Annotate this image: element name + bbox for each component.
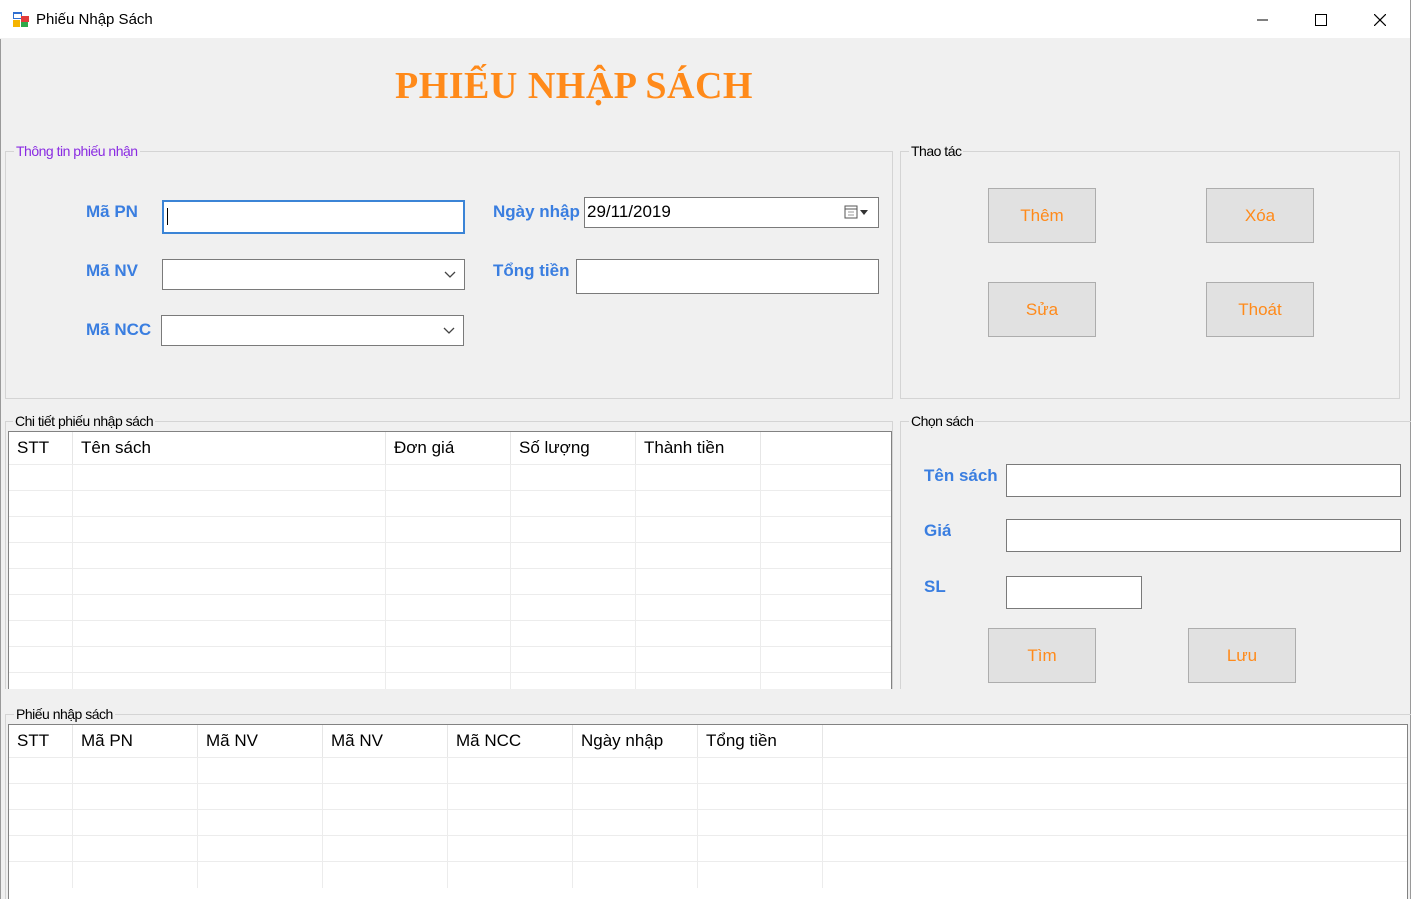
table-row[interactable]: [9, 620, 891, 647]
window-title: Phiếu Nhập Sách: [36, 11, 153, 28]
column-header[interactable]: Tổng tiền: [698, 725, 823, 757]
calendar-dropdown-icon: [844, 205, 868, 219]
table-row[interactable]: [9, 568, 891, 595]
table-row[interactable]: [9, 861, 1407, 888]
price-input[interactable]: [1006, 519, 1401, 552]
ma-ncc-label: Mã NCC: [86, 320, 152, 339]
info-group-legend: Thông tin phiếu nhận: [14, 143, 140, 159]
column-header[interactable]: Đơn giá: [386, 432, 511, 464]
chevron-down-icon: [444, 271, 456, 278]
minimize-icon: [1257, 19, 1268, 20]
receipts-group-legend: Phiếu nhập sách: [14, 706, 115, 722]
column-header[interactable]: Số lượng: [511, 432, 636, 464]
save-button[interactable]: Lưu: [1188, 628, 1296, 683]
choose-book-groupbox: Chọn sách: [900, 413, 1411, 689]
ngay-nhap-label: Ngày nhập: [493, 202, 580, 221]
minimize-button[interactable]: [1234, 0, 1292, 39]
receipts-grid-header: STT Mã PN Mã NV Mã NV Mã NCC Ngày nhập T…: [9, 725, 823, 757]
table-row[interactable]: [9, 490, 891, 517]
ma-nv-combobox[interactable]: [162, 259, 465, 290]
table-row[interactable]: [9, 516, 891, 543]
table-row[interactable]: [9, 542, 891, 569]
add-button[interactable]: Thêm: [988, 188, 1096, 243]
detail-grid-header: STT Tên sách Đơn giá Số lượng Thành tiền: [9, 432, 761, 464]
table-row[interactable]: [9, 783, 1407, 810]
column-header[interactable]: STT: [9, 725, 73, 757]
ngay-nhap-datepicker[interactable]: 29/11/2019: [584, 197, 879, 228]
search-button[interactable]: Tìm: [988, 628, 1096, 683]
tong-tien-input[interactable]: [576, 259, 879, 294]
table-row[interactable]: [9, 809, 1407, 836]
chevron-down-icon: [443, 327, 455, 334]
window-left-border: [0, 39, 1, 899]
column-header[interactable]: Thành tiền: [636, 432, 761, 464]
price-label: Giá: [924, 521, 952, 540]
maximize-icon: [1315, 13, 1327, 26]
table-row[interactable]: [9, 835, 1407, 862]
ngay-nhap-value: 29/11/2019: [587, 202, 671, 221]
detail-group-legend: Chi tiết phiếu nhập sách: [13, 413, 156, 429]
column-header[interactable]: Mã NV: [323, 725, 448, 757]
delete-button[interactable]: Xóa: [1206, 188, 1314, 243]
book-name-input[interactable]: [1006, 464, 1401, 497]
exit-button[interactable]: Thoát: [1206, 282, 1314, 337]
table-row[interactable]: [9, 646, 891, 673]
column-header[interactable]: Mã NV: [198, 725, 323, 757]
book-name-label: Tên sách: [924, 466, 998, 485]
ma-nv-label: Mã NV: [86, 261, 138, 280]
column-header[interactable]: Tên sách: [73, 432, 386, 464]
detail-datagrid[interactable]: STT Tên sách Đơn giá Số lượng Thành tiền: [8, 431, 892, 689]
actions-group-legend: Thao tác: [909, 143, 964, 159]
close-button[interactable]: [1351, 0, 1409, 39]
window-titlebar[interactable]: Phiếu Nhập Sách: [0, 0, 1411, 39]
table-row[interactable]: [9, 757, 1407, 784]
receipts-datagrid[interactable]: STT Mã PN Mã NV Mã NV Mã NCC Ngày nhập T…: [8, 724, 1408, 899]
table-row[interactable]: [9, 672, 891, 689]
column-header[interactable]: Mã NCC: [448, 725, 573, 757]
table-row[interactable]: [9, 594, 891, 621]
column-header[interactable]: Mã PN: [73, 725, 198, 757]
receipts-grid-rows: [9, 757, 1407, 888]
ma-pn-input[interactable]: [162, 200, 465, 234]
edit-button[interactable]: Sửa: [988, 282, 1096, 337]
table-row[interactable]: [9, 464, 891, 491]
choose-book-group-legend: Chọn sách: [909, 413, 976, 429]
close-icon: [1374, 13, 1386, 26]
actions-groupbox: Thao tác: [900, 143, 1400, 399]
quantity-label: SL: [924, 577, 946, 596]
page-title: PHIẾU NHẬP SÁCH: [395, 65, 753, 107]
tong-tien-label: Tổng tiền: [493, 261, 570, 280]
detail-grid-rows: [9, 464, 891, 689]
text-caret: [167, 208, 168, 225]
ma-pn-label: Mã PN: [86, 202, 138, 221]
app-form-icon: [13, 12, 29, 27]
ma-ncc-combobox[interactable]: [161, 315, 464, 346]
column-header[interactable]: Ngày nhập: [573, 725, 698, 757]
maximize-button[interactable]: [1292, 0, 1350, 39]
quantity-input[interactable]: [1006, 576, 1142, 609]
column-header[interactable]: STT: [9, 432, 73, 464]
